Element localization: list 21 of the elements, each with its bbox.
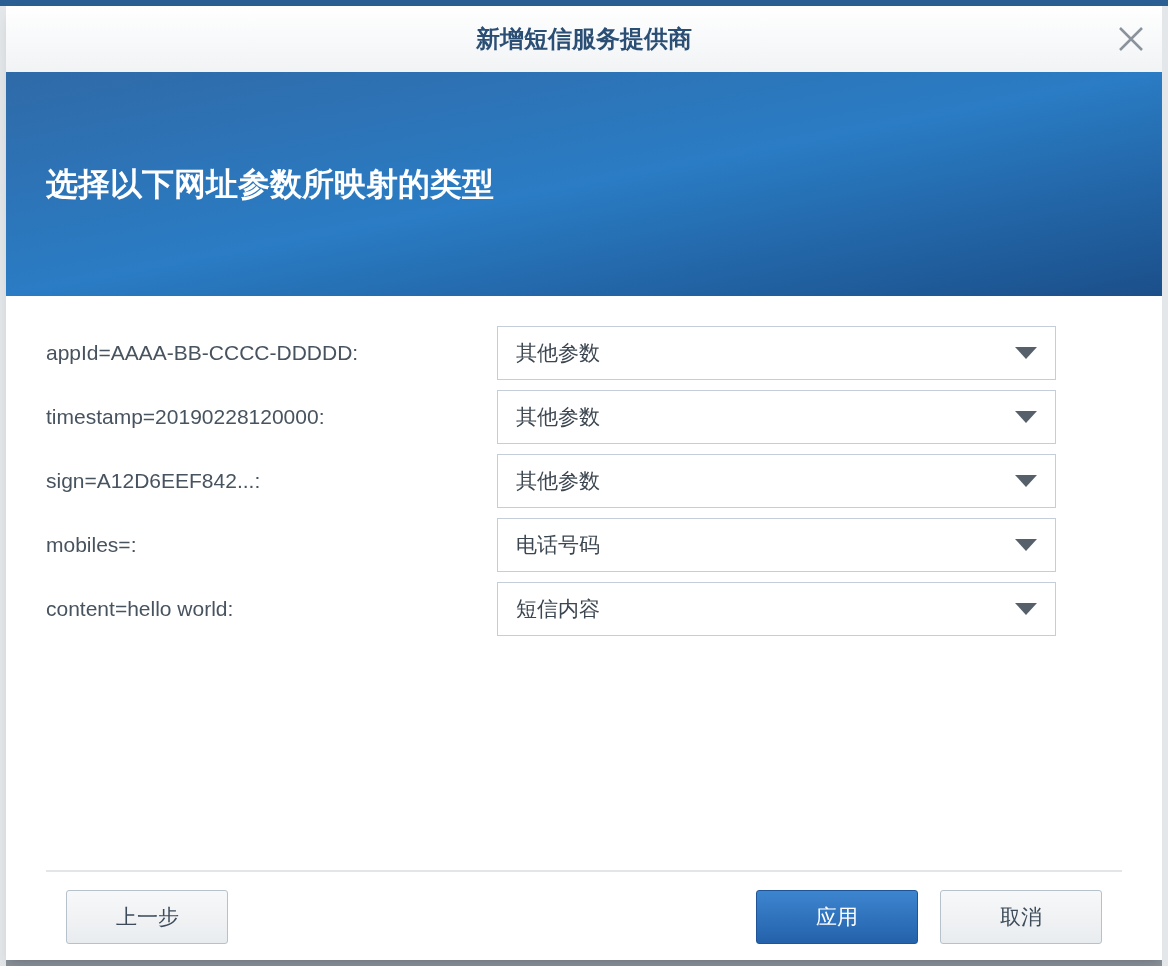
banner-heading: 选择以下网址参数所映射的类型: [46, 165, 494, 204]
field-label: appId=AAAA-BB-CCCC-DDDDD:: [46, 340, 360, 367]
select-field[interactable]: 短信内容: [497, 582, 1056, 636]
field-label: content=hello world:: [46, 596, 235, 623]
caret-icon: [1015, 603, 1037, 615]
caret-icon: [1015, 475, 1037, 487]
apply-button[interactable]: 应用: [756, 890, 918, 944]
caret-icon: [1015, 539, 1037, 551]
field-label: mobiles=:: [46, 532, 138, 559]
select-field[interactable]: 其他参数: [497, 390, 1056, 444]
field-label: sign=A12D6EEF842...:: [46, 468, 262, 495]
window-title: 新增短信服务提供商: [476, 24, 692, 54]
dialog-button[interactable]: 上一步: [66, 890, 228, 944]
dialog-button[interactable]: 取消: [940, 890, 1102, 944]
select-field[interactable]: 其他参数: [497, 326, 1056, 380]
close-icon[interactable]: [1118, 26, 1144, 52]
field-label: timestamp=20190228120000:: [46, 404, 326, 431]
caret-icon: [1015, 411, 1037, 423]
select-field[interactable]: 其他参数: [497, 454, 1056, 508]
caret-icon: [1015, 347, 1037, 359]
select-field[interactable]: 电话号码: [497, 518, 1056, 572]
